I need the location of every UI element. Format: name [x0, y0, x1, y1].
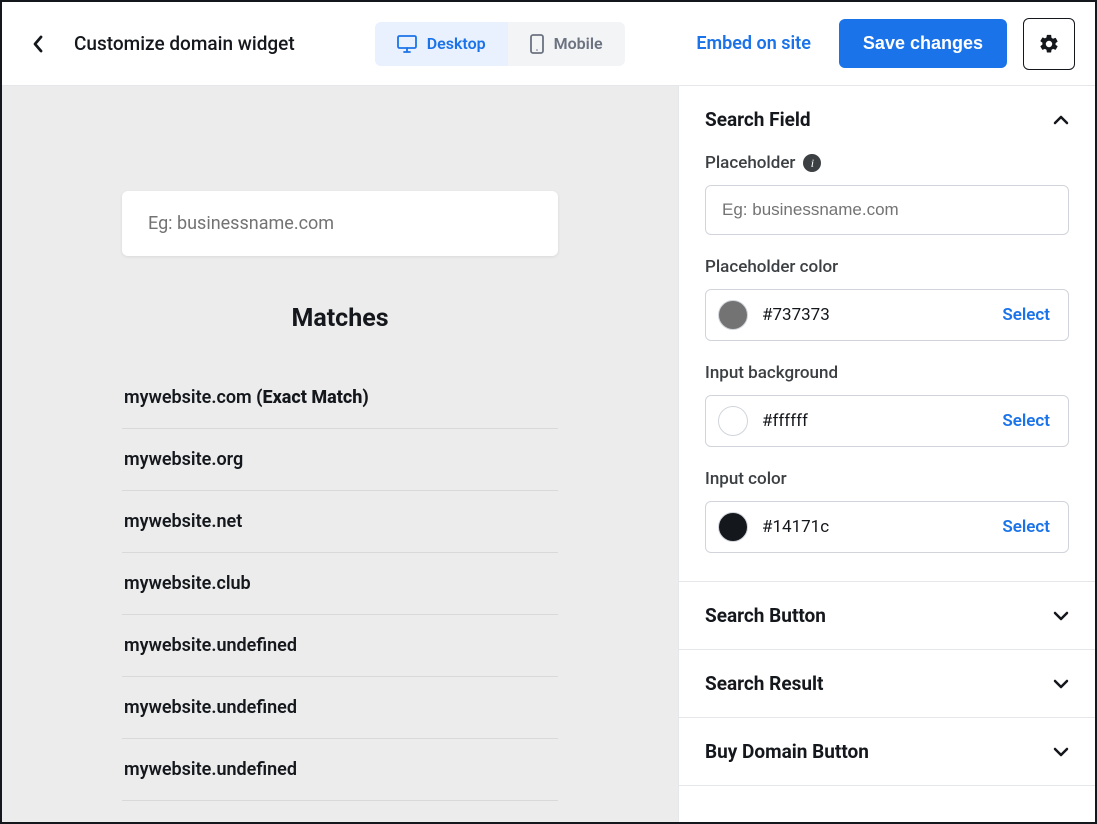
match-domain: mywebsite.undefined: [124, 635, 297, 656]
placeholder-color-select[interactable]: Select: [1002, 305, 1050, 325]
accordion-buy-domain-button: Buy Domain Button: [679, 718, 1095, 786]
chevron-left-icon: [32, 35, 44, 53]
match-item[interactable]: mywebsite.club: [122, 553, 558, 615]
desktop-icon: [397, 35, 417, 53]
accordion-header-search-result[interactable]: Search Result: [679, 650, 1095, 717]
page-title: Customize domain widget: [74, 32, 295, 55]
match-item[interactable]: mywebsite.undefined: [122, 739, 558, 801]
input-color-row: #14171c Select: [705, 501, 1069, 553]
view-toggle-group: Desktop Mobile: [375, 22, 625, 66]
placeholder-label-text: Placeholder: [705, 153, 795, 173]
results-list: mywebsite.com (Exact Match) mywebsite.org…: [122, 367, 558, 801]
input-bg-label: Input background: [705, 363, 1069, 383]
input-color-select[interactable]: Select: [1002, 517, 1050, 537]
matches-heading: Matches: [122, 304, 558, 333]
settings-panel: Search Field Placeholder i Placeholder c…: [679, 86, 1095, 822]
accordion-header-search-field[interactable]: Search Field: [679, 86, 1095, 153]
placeholder-color-row: #737373 Select: [705, 289, 1069, 341]
match-domain: mywebsite.undefined: [124, 759, 297, 780]
placeholder-label: Placeholder i: [705, 153, 1069, 173]
match-item[interactable]: mywebsite.undefined: [122, 677, 558, 739]
accordion-header-buy-domain[interactable]: Buy Domain Button: [679, 718, 1095, 785]
match-item[interactable]: mywebsite.net: [122, 491, 558, 553]
match-item[interactable]: mywebsite.com (Exact Match): [122, 367, 558, 429]
input-color-label: Input color: [705, 469, 1069, 489]
accordion-title: Search Field: [705, 108, 811, 131]
placeholder-color-value: #737373: [762, 305, 830, 325]
input-color-swatch[interactable]: [718, 512, 748, 542]
chevron-down-icon: [1053, 747, 1069, 757]
view-toggle-desktop[interactable]: Desktop: [375, 22, 508, 66]
preview-pane: Eg: businessname.com Matches mywebsite.c…: [2, 86, 679, 822]
placeholder-input[interactable]: [705, 185, 1069, 235]
view-toggle-mobile[interactable]: Mobile: [508, 22, 625, 66]
exact-match-badge: (Exact Match): [252, 387, 369, 408]
info-icon[interactable]: i: [803, 154, 821, 172]
mobile-icon: [530, 34, 544, 54]
accordion-search-button: Search Button: [679, 582, 1095, 650]
view-toggle-desktop-label: Desktop: [427, 34, 486, 53]
match-domain: mywebsite.org: [124, 449, 243, 470]
accordion-search-result: Search Result: [679, 650, 1095, 718]
header-bar: Customize domain widget Desktop Mobile E…: [2, 2, 1095, 86]
input-bg-row: #ffffff Select: [705, 395, 1069, 447]
match-item[interactable]: mywebsite.undefined: [122, 615, 558, 677]
placeholder-color-label: Placeholder color: [705, 257, 1069, 277]
accordion-search-field: Search Field Placeholder i Placeholder c…: [679, 86, 1095, 582]
placeholder-color-swatch[interactable]: [718, 300, 748, 330]
input-bg-swatch[interactable]: [718, 406, 748, 436]
input-bg-select[interactable]: Select: [1002, 411, 1050, 431]
view-toggle-mobile-label: Mobile: [554, 34, 603, 53]
settings-button[interactable]: [1023, 18, 1075, 70]
match-item[interactable]: mywebsite.org: [122, 429, 558, 491]
accordion-title: Search Result: [705, 672, 823, 695]
embed-link[interactable]: Embed on site: [696, 33, 811, 54]
match-domain: mywebsite.club: [124, 573, 251, 594]
chevron-down-icon: [1053, 611, 1069, 621]
match-domain: mywebsite.com: [124, 387, 252, 408]
accordion-title: Buy Domain Button: [705, 740, 869, 763]
accordion-title: Search Button: [705, 604, 826, 627]
input-bg-value: #ffffff: [762, 411, 808, 431]
gear-icon: [1038, 33, 1060, 55]
match-domain: mywebsite.undefined: [124, 697, 297, 718]
chevron-up-icon: [1053, 115, 1069, 125]
chevron-down-icon: [1053, 679, 1069, 689]
accordion-header-search-button[interactable]: Search Button: [679, 582, 1095, 649]
back-button[interactable]: [22, 28, 54, 60]
save-button[interactable]: Save changes: [839, 19, 1007, 68]
preview-search-input[interactable]: Eg: businessname.com: [122, 191, 558, 256]
input-color-value: #14171c: [762, 517, 829, 537]
match-domain: mywebsite.net: [124, 511, 242, 532]
